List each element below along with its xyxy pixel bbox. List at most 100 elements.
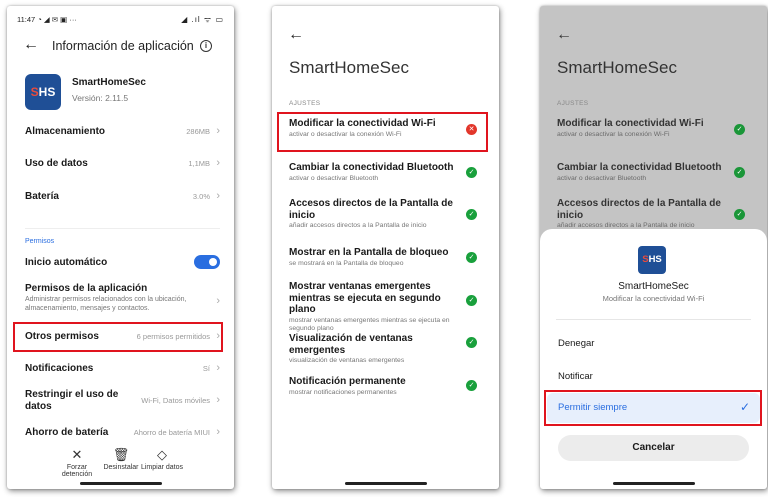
permission-item-bluetooth[interactable]: Cambiar la conectividad Bluetooth activa…	[557, 162, 735, 183]
permission-item-shortcuts[interactable]: Accesos directos de la Pantalla de inici…	[557, 198, 735, 230]
eraser-icon: ◇	[157, 447, 167, 462]
permission-title: Mostrar ventanas emergentes mientras se …	[289, 281, 441, 315]
permission-item-permanent-notif[interactable]: Notificación permanente mostrar notifica…	[289, 376, 467, 397]
notifications-row[interactable]: Notificaciones Sí ›	[25, 362, 220, 374]
back-arrow-icon[interactable]: ←	[23, 36, 39, 54]
permissions-screen: ← SmartHomeSec AJUSTES Modificar la cone…	[272, 6, 499, 489]
sheet-subtitle: Modificar la conectividad Wi-Fi	[602, 294, 705, 303]
chevron-right-icon: ›	[216, 157, 220, 169]
trash-icon: 🗑	[112, 447, 130, 462]
permission-desc: añadir accesos directos a la Pantalla de…	[289, 222, 427, 229]
app-permissions-row[interactable]: Permisos de la aplicación Administrar pe…	[25, 283, 220, 313]
page-title: SmartHomeSec	[557, 58, 677, 77]
permission-desc: activar o desactivar Bluetooth	[289, 174, 379, 182]
close-icon: ✕	[71, 447, 83, 462]
denied-icon: ✕	[466, 124, 477, 135]
check-circle-icon: ✓	[466, 252, 477, 263]
bottom-sheet: SHS SmartHomeSec Modificar la conectivid…	[540, 229, 767, 489]
check-circle-icon: ✓	[466, 167, 477, 178]
chevron-right-icon: ›	[216, 426, 220, 438]
autostart-row: Inicio automático	[25, 255, 220, 269]
page-title: Información de aplicación	[52, 39, 194, 53]
autostart-label: Inicio automático	[25, 257, 108, 268]
chevron-right-icon: ›	[216, 362, 220, 374]
permission-desc: mostrar ventanas emergentes mientras se …	[289, 316, 450, 332]
check-circle-icon: ✓	[734, 124, 745, 135]
clear-data-label: Limpiar datos	[140, 464, 184, 471]
app-permissions-label: Permisos de la aplicación	[25, 283, 148, 294]
restrict-data-row[interactable]: Restringir el uso de datos Wi-Fi, Datos …	[25, 389, 220, 413]
clear-data-button[interactable]: ◇ Limpiar datos	[140, 447, 184, 472]
other-permissions-row[interactable]: Otros permisos 6 permisos permitidos ›	[25, 330, 220, 342]
app-name: SmartHomeSec	[72, 77, 146, 88]
permission-title: Modificar la conectividad Wi-Fi	[557, 118, 704, 129]
permission-item-shortcuts[interactable]: Accesos directos de la Pantalla de inici…	[289, 198, 467, 230]
uninstall-label: Desinstalar	[103, 464, 139, 471]
battery-row[interactable]: Batería 3.0% ›	[25, 190, 220, 202]
uninstall-button[interactable]: 🗑 Desinstalar	[103, 447, 139, 472]
back-arrow-icon[interactable]: ←	[556, 26, 572, 44]
option-deny[interactable]: Denegar	[558, 338, 594, 349]
battery-saver-value: Ahorro de batería MIUI	[133, 428, 210, 437]
app-permissions-desc: Administrar permisos relacionados con la…	[25, 296, 187, 312]
divider	[556, 319, 751, 320]
check-circle-icon: ✓	[734, 209, 745, 220]
chevron-right-icon: ›	[216, 394, 220, 406]
check-circle-icon: ✓	[466, 380, 477, 391]
home-indicator	[344, 482, 427, 485]
app-info-screen: 11:47 ◔ ◢ ✉ ▣ ··· ◢ .ıl ᯤ ▭ ← Informació…	[7, 6, 234, 489]
bottom-actions: ✕ Forzar detención 🗑 Desinstalar ◇ Limpi…	[7, 447, 234, 479]
check-circle-icon: ✓	[734, 167, 745, 178]
option-notify[interactable]: Notificar	[558, 371, 593, 382]
permission-item-bluetooth[interactable]: Cambiar la conectividad Bluetooth activa…	[289, 162, 467, 183]
data-usage-value: 1,1MB	[188, 159, 210, 168]
permission-title: Visualización de ventanas emergentes	[289, 333, 413, 356]
check-circle-icon: ✓	[466, 295, 477, 306]
permission-item-wifi[interactable]: Modificar la conectividad Wi-Fi activar …	[557, 118, 735, 139]
permission-item-wifi[interactable]: Modificar la conectividad Wi-Fi activar …	[289, 118, 467, 139]
settings-section-label: AJUSTES	[557, 100, 589, 107]
data-usage-row[interactable]: Uso de datos 1,1MB ›	[25, 157, 220, 169]
info-icon[interactable]: i	[200, 40, 212, 52]
permission-title: Modificar la conectividad Wi-Fi	[289, 118, 436, 129]
other-permissions-value: 6 permisos permitidos	[136, 332, 210, 341]
status-icons: ◔ ◢ ✉ ▣ ···	[37, 15, 77, 24]
check-circle-icon: ✓	[466, 209, 477, 220]
permission-desc: se mostrará en la Pantalla de bloqueo	[289, 259, 404, 267]
status-bar-left: 11:47 ◔ ◢ ✉ ▣ ···	[17, 15, 77, 24]
option-always-allow[interactable]: Permitir siempre ✓	[547, 393, 760, 423]
battery-saver-row[interactable]: Ahorro de batería Ahorro de batería MIUI…	[25, 426, 220, 438]
permission-desc: activar o desactivar Bluetooth	[557, 174, 647, 182]
permission-item-popups[interactable]: Visualización de ventanas emergentes vis…	[289, 333, 467, 365]
check-circle-icon: ✓	[466, 337, 477, 348]
autostart-toggle[interactable]	[194, 255, 220, 269]
settings-section-label: AJUSTES	[289, 100, 321, 107]
permission-title: Notificación permanente	[289, 376, 406, 387]
storage-row[interactable]: Almacenamiento 286MB ›	[25, 125, 220, 137]
permission-title: Cambiar la conectividad Bluetooth	[557, 162, 722, 173]
divider	[25, 228, 220, 229]
back-arrow-icon[interactable]: ←	[288, 26, 304, 44]
home-indicator	[612, 482, 695, 485]
permission-title: Accesos directos de la Pantalla de inici…	[557, 198, 721, 221]
force-stop-button[interactable]: ✕ Forzar detención	[51, 447, 103, 479]
status-time: 11:47	[17, 15, 36, 24]
permission-item-background-popups[interactable]: Mostrar ventanas emergentes mientras se …	[289, 281, 467, 333]
permission-title: Mostrar en la Pantalla de bloqueo	[289, 247, 449, 258]
permission-desc: activar o desactivar la conexión Wi-Fi	[289, 130, 402, 138]
page-title: SmartHomeSec	[289, 58, 409, 77]
chevron-right-icon: ›	[216, 295, 220, 307]
battery-value: 3.0%	[192, 192, 210, 201]
battery-label: Batería	[25, 191, 59, 202]
cancel-button[interactable]: Cancelar	[558, 435, 749, 461]
permission-title: Accesos directos de la Pantalla de inici…	[289, 198, 453, 221]
notifications-value: Sí	[202, 364, 210, 373]
notifications-label: Notificaciones	[25, 363, 94, 374]
permission-item-lockscreen[interactable]: Mostrar en la Pantalla de bloqueo se mos…	[289, 247, 467, 268]
check-icon: ✓	[739, 400, 750, 414]
permission-desc: activar o desactivar la conexión Wi-Fi	[557, 130, 670, 138]
option-always-allow-label: Permitir siempre	[558, 402, 628, 413]
permission-desc: mostrar notificaciones permanentes	[289, 388, 397, 396]
status-bar-right: ◢ .ıl ᯤ ▭	[181, 15, 224, 24]
chevron-right-icon: ›	[216, 190, 220, 202]
